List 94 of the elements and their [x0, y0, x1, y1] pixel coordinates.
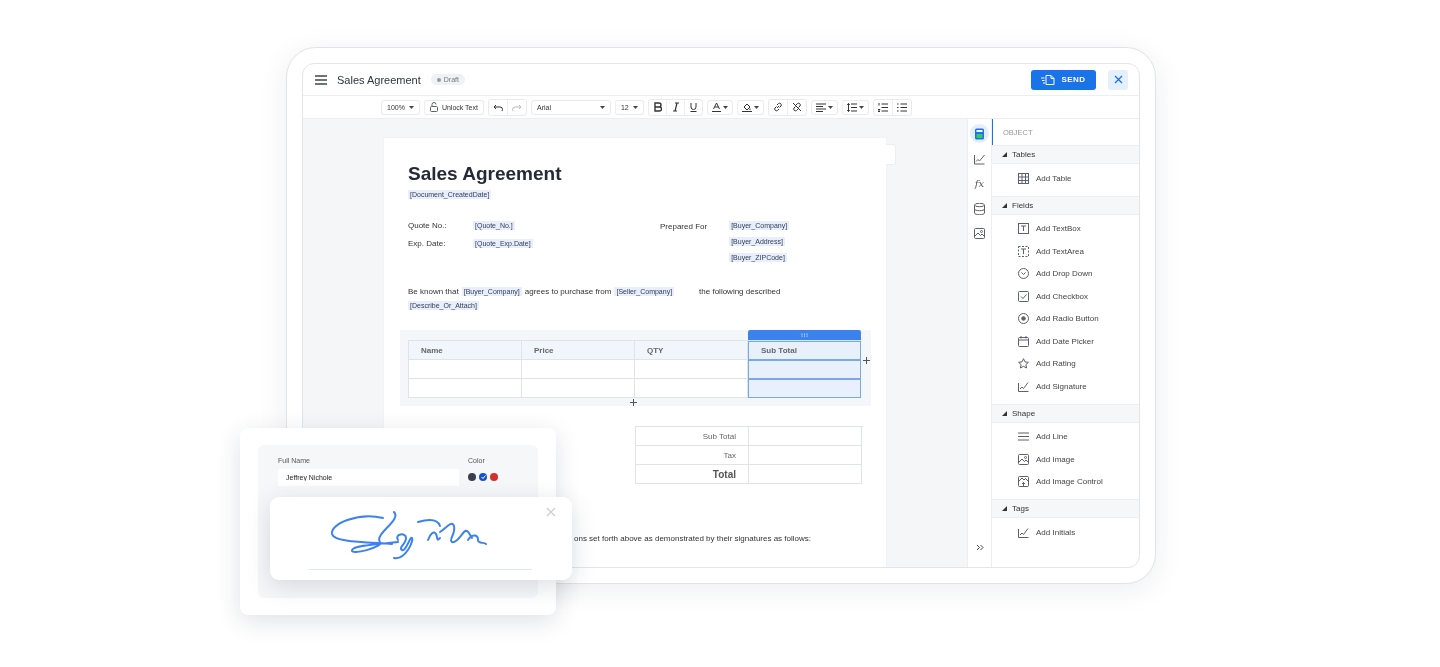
- database-icon: [974, 202, 985, 215]
- panel-item[interactable]: Add TextArea: [992, 240, 1139, 263]
- panel-item[interactable]: Add Image Control: [992, 470, 1139, 493]
- grid-icon: [1018, 172, 1029, 184]
- caret-icon: [858, 105, 864, 109]
- unlink-icon: [791, 102, 802, 112]
- panel-item[interactable]: Add Date Picker: [992, 330, 1139, 353]
- text-color-icon: [711, 102, 721, 112]
- rail-tab[interactable]: [970, 124, 989, 143]
- checkbox-icon: [1018, 290, 1029, 302]
- expanded-triangle-icon: [1002, 152, 1007, 157]
- image-upload-icon: [1018, 476, 1029, 488]
- expanded-triangle-icon: [1002, 410, 1007, 416]
- column-header[interactable]: Price: [522, 341, 635, 360]
- panel-item[interactable]: Add Rating: [992, 352, 1139, 375]
- body-text: ons set forth above as demonstrated by their signatures as follows:: [574, 534, 812, 543]
- panel-item[interactable]: Add Checkbox: [992, 285, 1139, 308]
- dropdown-icon: [1018, 268, 1029, 280]
- section-header[interactable]: Shape: [992, 403, 1139, 423]
- image-icon: [1018, 453, 1029, 465]
- expanded-triangle-icon: [1002, 506, 1007, 511]
- close-icon: [1113, 75, 1123, 84]
- color-swatch[interactable]: [479, 473, 487, 481]
- caret-icon: [722, 105, 728, 109]
- check-icon: [480, 475, 486, 479]
- document-title: Sales Agreement: [337, 73, 421, 86]
- panel-item[interactable]: Add Drop Down: [992, 262, 1139, 285]
- caret-icon: [632, 105, 638, 109]
- fill-color-icon: [741, 102, 752, 112]
- align-left-icon: [815, 102, 826, 112]
- add-row-icon[interactable]: [630, 399, 637, 406]
- unlock-icon: [429, 102, 438, 112]
- font-color-button[interactable]: [706, 99, 733, 115]
- caret-icon: [599, 105, 605, 109]
- underline-icon: [688, 102, 698, 112]
- close-button[interactable]: [1108, 69, 1128, 90]
- line-spacing-icon: [846, 102, 857, 112]
- send-icon: [1041, 74, 1056, 85]
- body-text: Be known that: [408, 287, 459, 296]
- panel-item[interactable]: Add TextBox: [992, 217, 1139, 240]
- link-icon: [772, 102, 783, 112]
- textarea-icon: [1018, 245, 1029, 257]
- italic-icon: [670, 102, 680, 112]
- caret-icon: [827, 105, 833, 109]
- object-icon: [974, 127, 985, 140]
- calendar-icon: [1018, 335, 1029, 347]
- redo-icon: [511, 103, 522, 111]
- textbox-icon: [1018, 223, 1029, 235]
- menu-icon[interactable]: [315, 74, 327, 85]
- field-label: Prepared For: [660, 222, 708, 231]
- table-cell[interactable]: [748, 379, 861, 398]
- image-icon: [974, 227, 985, 240]
- column-header[interactable]: QTY: [635, 341, 748, 360]
- panel-item[interactable]: Add Initials: [992, 521, 1139, 544]
- color-swatch[interactable]: [490, 473, 498, 481]
- field-label: Exp. Date:: [408, 239, 447, 248]
- body-text: agrees to purchase from: [524, 287, 612, 296]
- field-label: Quote No.:: [408, 221, 448, 230]
- lines-icon: [1018, 431, 1029, 443]
- double-chevron-icon: [975, 544, 984, 551]
- color-swatch[interactable]: [468, 473, 476, 481]
- send-button[interactable]: SEND: [1031, 69, 1096, 90]
- section-header[interactable]: Tags: [992, 499, 1139, 518]
- bold-icon: [652, 102, 662, 112]
- rail-tab[interactable]: fx: [970, 174, 989, 193]
- column-header[interactable]: Sub Total: [748, 341, 861, 360]
- caret-icon: [753, 105, 759, 109]
- document-heading: Sales Agreement: [408, 163, 563, 185]
- panel-item[interactable]: Add Line: [992, 425, 1139, 448]
- table-cell[interactable]: [748, 360, 861, 379]
- panel-item[interactable]: Add Image: [992, 448, 1139, 471]
- expanded-triangle-icon: [1002, 202, 1007, 208]
- align-button[interactable]: [810, 99, 838, 115]
- drag-handle-icon: [801, 333, 808, 337]
- bullet-list-icon: [896, 102, 907, 112]
- numbered-list-icon: [877, 102, 888, 112]
- totals-label: Sub Total: [636, 427, 749, 446]
- radio-icon: [1018, 313, 1029, 325]
- section-header[interactable]: Fields: [992, 195, 1139, 215]
- highlight-button[interactable]: [736, 99, 764, 115]
- column-header[interactable]: Name: [409, 341, 522, 360]
- undo-icon: [492, 103, 503, 111]
- body-text: the following described: [699, 287, 781, 296]
- section-header[interactable]: Tables: [992, 145, 1139, 164]
- panel-item[interactable]: Add Table: [992, 167, 1139, 190]
- panel-item[interactable]: Add Signature: [992, 375, 1139, 398]
- caret-icon: [408, 105, 414, 109]
- line-spacing-button[interactable]: [841, 99, 869, 115]
- panel-item[interactable]: Add Radio Button: [992, 307, 1139, 330]
- star-icon: [1018, 358, 1029, 370]
- totals-label: Total: [636, 465, 749, 484]
- column-handle[interactable]: [748, 330, 861, 340]
- add-column-icon[interactable]: [863, 357, 870, 364]
- totals-label: Tax: [636, 446, 749, 465]
